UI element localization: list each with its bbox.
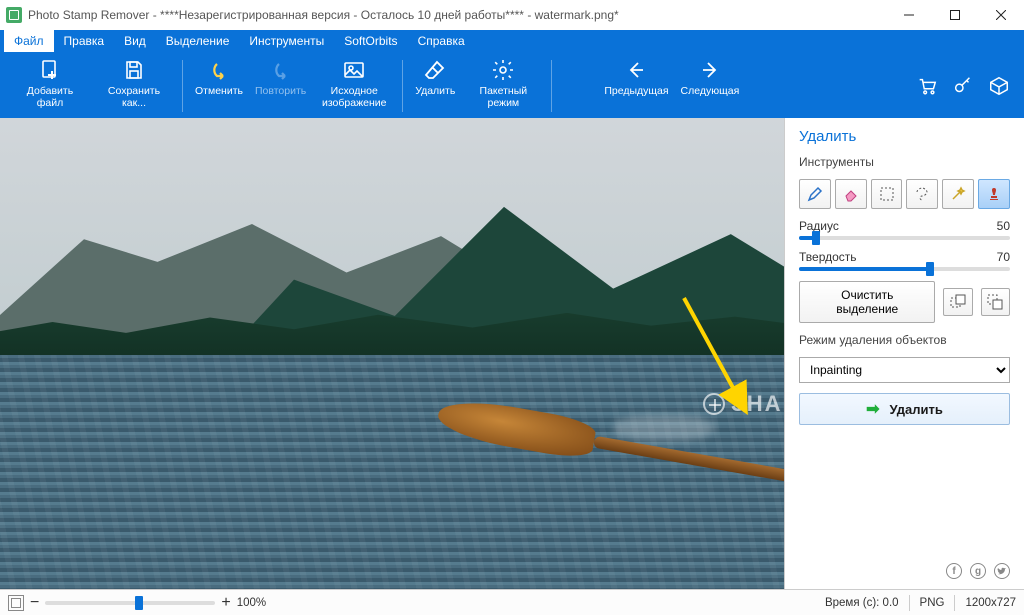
watermark-label: ЗНАК — [731, 391, 784, 417]
add-file-button[interactable]: Добавить файл — [8, 54, 92, 118]
tools-label: Инструменты — [799, 155, 1010, 169]
watermark: ЗНАК — [703, 391, 784, 417]
redo-icon — [269, 58, 293, 82]
save-as-label: Сохранить как... — [98, 85, 170, 109]
panel-title: Удалить — [799, 128, 1010, 145]
zoom-fit-button[interactable] — [8, 595, 24, 611]
magic-wand-tool[interactable] — [942, 179, 974, 209]
undo-button[interactable]: Отменить — [189, 54, 249, 118]
twitter-icon[interactable] — [994, 563, 1010, 579]
clear-selection-button[interactable]: Очистить выделение — [799, 281, 935, 323]
next-label: Следующая — [681, 85, 740, 97]
undo-label: Отменить — [195, 85, 243, 97]
original-label: Исходное изображение — [318, 85, 390, 109]
next-button[interactable]: Следующая — [675, 54, 746, 118]
batch-label: Пакетный режим — [467, 85, 539, 109]
delete-button[interactable]: Удалить — [409, 54, 461, 118]
batch-mode-button[interactable]: Пакетный режим — [461, 54, 545, 118]
add-file-icon — [38, 58, 62, 82]
panel-delete-button[interactable]: ➡ Удалить — [799, 393, 1010, 425]
prev-button[interactable]: Предыдущая — [598, 54, 674, 118]
watermark-plus-icon — [703, 393, 725, 415]
menu-help[interactable]: Справка — [408, 30, 475, 52]
radius-value: 50 — [997, 219, 1010, 233]
app-icon — [6, 7, 22, 23]
window-title: Photo Stamp Remover - ****Незарегистриро… — [28, 8, 886, 22]
zoom-value: 100% — [237, 597, 266, 609]
title-bar: Photo Stamp Remover - ****Незарегистриро… — [0, 0, 1024, 30]
menu-softorbits[interactable]: SoftOrbits — [334, 30, 407, 52]
arrow-left-icon — [624, 58, 648, 82]
mode-label: Режим удаления объектов — [799, 333, 1010, 347]
subtract-selection-button[interactable] — [981, 288, 1010, 316]
menu-edit[interactable]: Правка — [54, 30, 115, 52]
menu-selection[interactable]: Выделение — [156, 30, 240, 52]
rect-select-tool[interactable] — [871, 179, 903, 209]
zoom-in-button[interactable]: + — [221, 595, 230, 611]
delete-label: Удалить — [415, 85, 455, 97]
eraser-tool[interactable] — [835, 179, 867, 209]
close-button[interactable] — [978, 0, 1024, 30]
redo-button[interactable]: Повторить — [249, 54, 312, 118]
stamp-tool[interactable] — [978, 179, 1010, 209]
zoom-slider[interactable] — [45, 601, 215, 605]
pencil-tool[interactable] — [799, 179, 831, 209]
package-icon[interactable] — [988, 75, 1010, 97]
status-bar: − + 100% Время (с): 0.0 PNG 1200x727 — [0, 589, 1024, 615]
main-toolbar: Добавить файл Сохранить как... Отменить … — [0, 52, 1024, 118]
menu-file[interactable]: Файл — [4, 30, 54, 52]
cart-icon[interactable] — [916, 75, 938, 97]
run-arrow-icon: ➡ — [866, 399, 879, 419]
menu-tools[interactable]: Инструменты — [239, 30, 334, 52]
image-canvas[interactable]: ЗНАК — [0, 118, 784, 589]
save-icon — [122, 58, 146, 82]
workspace: ЗНАК Удалить Инструменты Радиус 50 — [0, 118, 1024, 589]
zoom-out-button[interactable]: − — [30, 595, 39, 611]
eraser-icon — [423, 58, 447, 82]
mode-select[interactable]: Inpainting — [799, 357, 1010, 383]
prev-label: Предыдущая — [604, 85, 668, 97]
hardness-value: 70 — [997, 250, 1010, 264]
original-image-button[interactable]: Исходное изображение — [312, 54, 396, 118]
status-format: PNG — [920, 597, 945, 609]
status-dimensions: 1200x727 — [965, 597, 1016, 609]
minimize-button[interactable] — [886, 0, 932, 30]
radius-slider[interactable] — [799, 236, 1010, 240]
original-icon — [342, 58, 366, 82]
undo-icon — [207, 58, 231, 82]
hardness-label: Твердость — [799, 250, 857, 264]
right-panel: Удалить Инструменты Радиус 50 Твердость … — [784, 118, 1024, 589]
add-file-label: Добавить файл — [14, 85, 86, 109]
lasso-tool[interactable] — [906, 179, 938, 209]
redo-label: Повторить — [255, 85, 306, 97]
menu-view[interactable]: Вид — [114, 30, 156, 52]
status-time: Время (с): 0.0 — [825, 597, 899, 609]
google-icon[interactable]: g — [970, 563, 986, 579]
panel-delete-label: Удалить — [890, 402, 943, 417]
social-links: f g — [799, 563, 1010, 579]
maximize-button[interactable] — [932, 0, 978, 30]
gear-icon — [491, 58, 515, 82]
menu-bar: Файл Правка Вид Выделение Инструменты So… — [0, 30, 1024, 52]
facebook-icon[interactable]: f — [946, 563, 962, 579]
save-as-button[interactable]: Сохранить как... — [92, 54, 176, 118]
hardness-slider[interactable] — [799, 267, 1010, 271]
key-icon[interactable] — [952, 75, 974, 97]
arrow-right-icon — [698, 58, 722, 82]
add-to-selection-button[interactable] — [943, 288, 972, 316]
canvas-viewport[interactable]: ЗНАК — [0, 118, 784, 589]
